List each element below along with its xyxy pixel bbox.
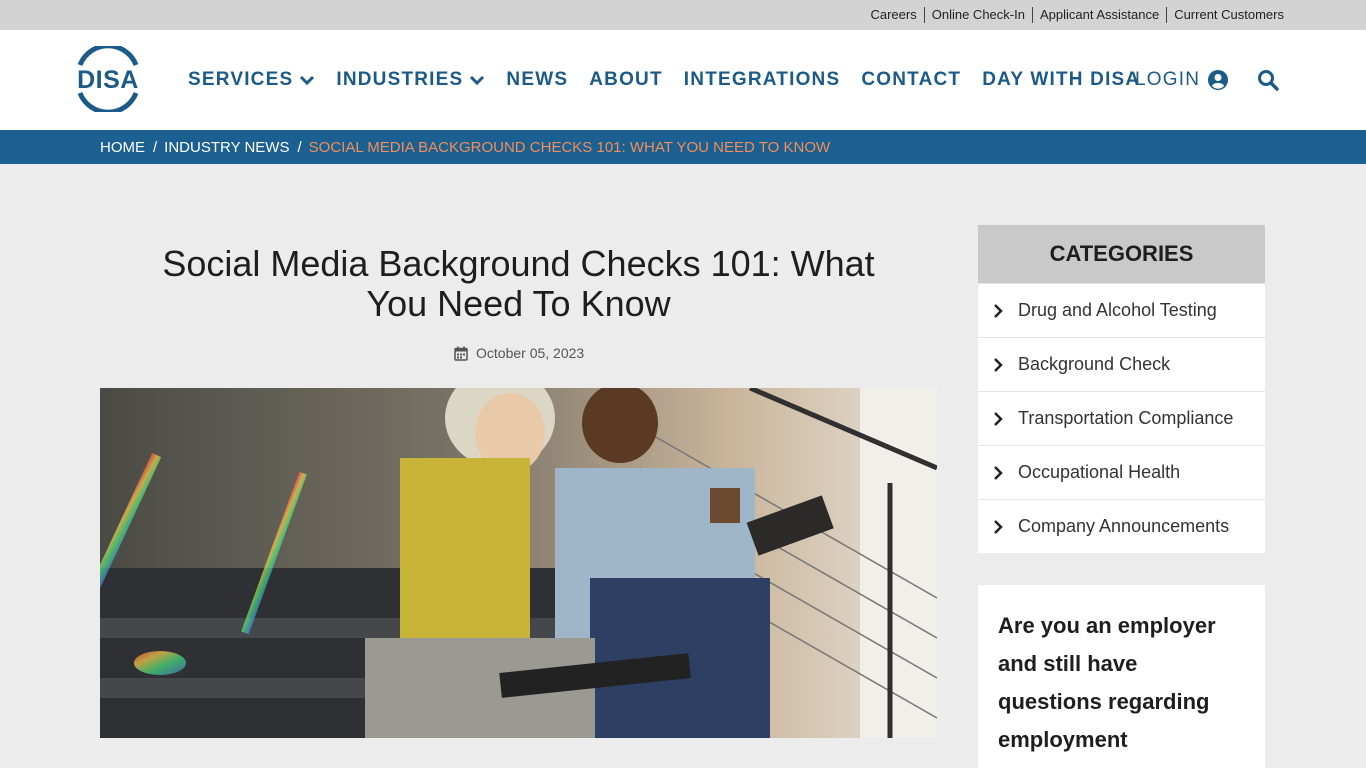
category-item[interactable]: Occupational Health — [978, 445, 1265, 499]
utility-links: Careers Online Check-In Applicant Assist… — [863, 0, 1291, 30]
hero-photo-illustration — [100, 388, 937, 738]
article-date-text: October 05, 2023 — [476, 345, 585, 361]
online-check-in-link[interactable]: Online Check-In — [923, 7, 1032, 23]
applicant-assistance-link[interactable]: Applicant Assistance — [1031, 7, 1166, 23]
chevron-down-icon — [300, 75, 315, 86]
login-button[interactable]: LOGIN — [1135, 30, 1229, 130]
nav-industries-label: INDUSTRIES — [336, 69, 464, 90]
search-button[interactable] — [1256, 68, 1280, 92]
main-nav: SERVICES INDUSTRIES NEWS ABOUT INTEGRATI… — [188, 30, 1161, 130]
categories-title: CATEGORIES — [978, 225, 1265, 283]
chevron-right-icon — [994, 411, 1003, 426]
article-hero-image — [100, 388, 937, 738]
breadcrumb-bar: HOME / INDUSTRY NEWS / SOCIAL MEDIA BACK… — [0, 130, 1366, 164]
chevron-right-icon — [994, 303, 1003, 318]
nav-contact[interactable]: CONTACT — [861, 69, 961, 91]
category-label: Transportation Compliance — [1018, 408, 1234, 428]
nav-services-label: SERVICES — [188, 69, 294, 90]
nav-news[interactable]: NEWS — [506, 69, 568, 91]
logo-text: DISA — [77, 66, 139, 94]
nav-day-with-disa[interactable]: DAY WITH DISA — [982, 69, 1140, 91]
calendar-icon — [454, 346, 468, 361]
nav-industries[interactable]: INDUSTRIES — [336, 69, 485, 91]
category-item[interactable]: Company Announcements — [978, 499, 1265, 553]
nav-services[interactable]: SERVICES — [188, 69, 315, 91]
category-label: Drug and Alcohol Testing — [1018, 300, 1217, 320]
chevron-down-icon — [470, 75, 485, 86]
category-label: Occupational Health — [1018, 462, 1181, 482]
chevron-right-icon — [994, 519, 1003, 534]
category-item[interactable]: Background Check — [978, 337, 1265, 391]
disa-logo[interactable]: DISA — [68, 43, 148, 115]
article-title: Social Media Background Checks 101: What… — [162, 243, 875, 324]
breadcrumb-home[interactable]: HOME — [100, 139, 145, 156]
chevron-right-icon — [994, 465, 1003, 480]
categories-panel: CATEGORIES Drug and Alcohol Testing Back… — [978, 225, 1265, 553]
category-label: Company Announcements — [1018, 516, 1230, 536]
search-icon — [1258, 70, 1279, 91]
category-label: Background Check — [1018, 354, 1171, 374]
disa-logo-graphic: DISA — [77, 43, 139, 115]
nav-integrations[interactable]: INTEGRATIONS — [684, 69, 841, 91]
nav-about[interactable]: ABOUT — [589, 69, 663, 91]
site-header: DISA SERVICES INDUSTRIES NEWS ABOUT INTE… — [0, 30, 1366, 130]
breadcrumb-industry-news[interactable]: INDUSTRY NEWS — [164, 139, 289, 156]
login-label: LOGIN — [1135, 69, 1201, 90]
breadcrumb: HOME / INDUSTRY NEWS / SOCIAL MEDIA BACK… — [100, 130, 830, 164]
careers-link[interactable]: Careers — [863, 7, 923, 23]
category-item[interactable]: Drug and Alcohol Testing — [978, 283, 1265, 337]
employer-cta-box: Are you an employer and still have quest… — [978, 585, 1265, 768]
utility-bar: Careers Online Check-In Applicant Assist… — [0, 0, 1366, 30]
current-customers-link[interactable]: Current Customers — [1166, 7, 1291, 23]
breadcrumb-separator: / — [297, 138, 302, 156]
chevron-right-icon — [994, 357, 1003, 372]
user-circle-icon — [1208, 70, 1229, 90]
article-date: October 05, 2023 — [454, 345, 584, 361]
category-item[interactable]: Transportation Compliance — [978, 391, 1265, 445]
breadcrumb-separator: / — [153, 138, 158, 156]
breadcrumb-current: SOCIAL MEDIA BACKGROUND CHECKS 101: WHAT… — [308, 138, 831, 156]
employer-cta-text: Are you an employer and still have quest… — [998, 613, 1216, 768]
